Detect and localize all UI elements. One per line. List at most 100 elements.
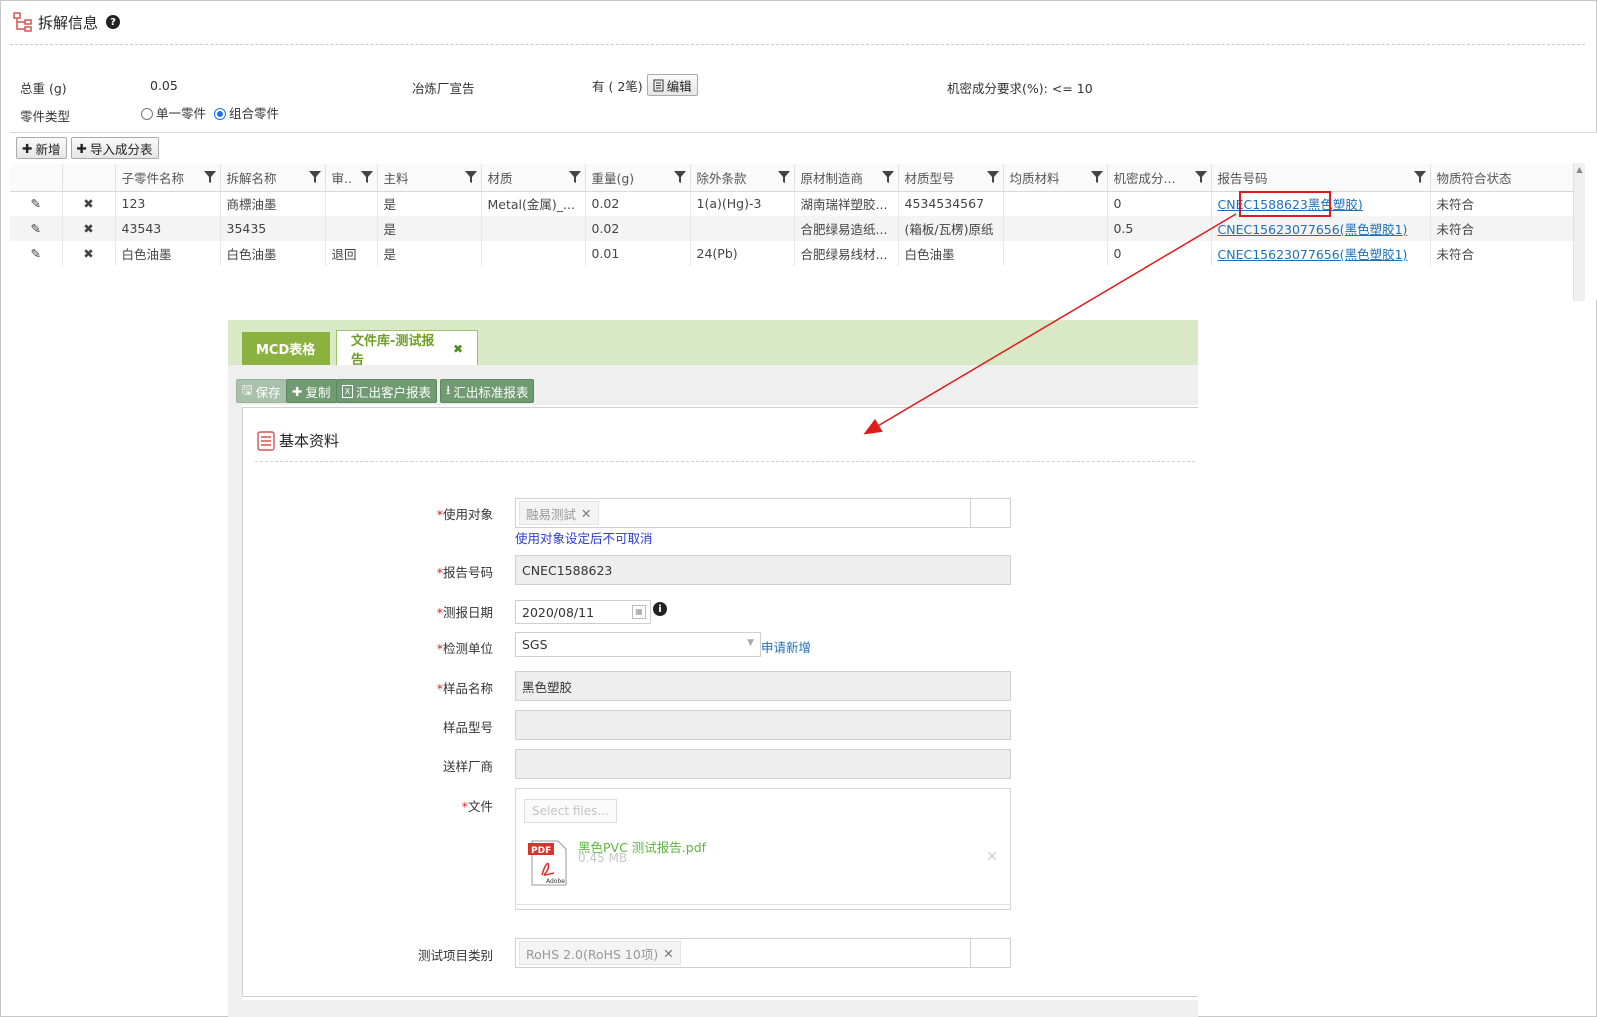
col-header[interactable]: 拆解名称 — [220, 164, 326, 192]
col-header[interactable]: 原材制造商 — [794, 164, 899, 192]
col-actions-delete — [62, 164, 116, 192]
info-icon[interactable]: i — [653, 602, 667, 616]
radio-combined-part[interactable] — [214, 108, 226, 120]
edit-icon[interactable]: ✎ — [10, 241, 63, 266]
form-section-title: 基本资料 — [279, 432, 340, 450]
review-status[interactable] — [325, 216, 378, 241]
report-link[interactable]: CNEC15623077656(黑色塑胶1) — [1218, 222, 1408, 237]
calendar-icon[interactable]: ▦ — [632, 605, 646, 619]
import-composition-button[interactable]: ✚ 导入成分表 — [70, 137, 159, 159]
import-label: 导入成分表 — [89, 141, 153, 157]
col-header[interactable]: 报告号码 — [1211, 164, 1431, 192]
radio-single-part[interactable] — [141, 108, 153, 120]
target-chip: 融易测試 ✕ — [519, 501, 599, 525]
col-header[interactable]: 子零件名称 — [115, 164, 221, 192]
test-category-extension[interactable] — [970, 938, 1011, 968]
remove-file-icon[interactable]: ✕ — [986, 849, 998, 865]
filter-icon[interactable] — [1090, 171, 1103, 183]
help-icon[interactable]: ? — [106, 15, 121, 29]
compliance-status: 未符合 — [1430, 216, 1576, 241]
col-header[interactable]: 均质材料 — [1003, 164, 1108, 192]
table-row: ✎ ✖ 123 商標油墨 是 Metal(金属)_... 0.02 1(a)(Hg)-3 湖南瑞… — [10, 191, 1576, 216]
col-header[interactable]: 材质 — [481, 164, 586, 192]
tab-bar: MCD表格 文件库-测试报告 ✖ — [228, 320, 1198, 368]
col-header[interactable]: 重量(g) — [585, 164, 691, 192]
tab-mcd[interactable]: MCD表格 — [242, 332, 330, 365]
filter-icon[interactable] — [673, 171, 686, 183]
filter-icon[interactable] — [1194, 171, 1207, 183]
raw-maker: 合肥绿易线材... — [794, 241, 899, 266]
filter-icon[interactable] — [308, 171, 321, 183]
filter-icon[interactable] — [464, 171, 477, 183]
secret-label: 机密成分要求(%): — [947, 81, 1048, 96]
material-model-link[interactable]: 4534534567 — [898, 191, 1004, 216]
exemption: 24(Pb) — [690, 241, 795, 266]
material-model-link[interactable]: 白色油墨 — [898, 241, 1004, 266]
filter-icon[interactable] — [881, 171, 894, 183]
col-header[interactable]: 物质符合状态 — [1430, 164, 1576, 192]
filter-icon[interactable] — [360, 171, 373, 183]
col-header[interactable]: 材质型号 — [898, 164, 1004, 192]
file-label: *文件 — [461, 799, 493, 814]
remove-chip-icon[interactable]: ✕ — [663, 946, 673, 961]
secret-value: <= 10 — [1051, 81, 1093, 96]
edit-icon[interactable]: ✎ — [10, 191, 63, 216]
col-header-label: 原材制造商 — [800, 170, 864, 186]
report-date-input[interactable]: 2020/08/11 ▦ — [515, 600, 651, 624]
export-customer-report-button[interactable]: X 汇出客户报表 — [336, 379, 438, 403]
material-model-link[interactable]: (箱板/瓦楞)原纸 — [898, 216, 1004, 241]
edit-icon[interactable]: ✎ — [10, 216, 63, 241]
panel-left-strip — [228, 405, 242, 1003]
part-type-options: 单一零件 组合零件 — [141, 103, 279, 122]
review-status[interactable] — [325, 191, 378, 216]
filter-icon[interactable] — [568, 171, 581, 183]
target-input-extension[interactable] — [970, 498, 1011, 528]
review-status[interactable]: 退回 — [325, 241, 378, 266]
tab-file-library-report[interactable]: 文件库-测试报告 ✖ — [336, 330, 478, 368]
target-input[interactable]: 融易测試 ✕ — [515, 498, 971, 528]
homogeneous-material — [1003, 191, 1108, 216]
plus-icon: ✚ — [76, 140, 87, 156]
edit-smelter-button[interactable]: 编辑 — [646, 74, 698, 96]
filter-icon[interactable] — [203, 171, 216, 183]
col-header[interactable]: 除外条款 — [690, 164, 795, 192]
copy-button[interactable]: ✚ 复制 — [286, 379, 337, 403]
report-date-label: *测报日期 — [436, 605, 493, 620]
main-material: 是 — [377, 191, 482, 216]
remove-chip-icon[interactable]: ✕ — [581, 506, 591, 521]
lab-select[interactable]: SGS ▼ — [515, 632, 761, 657]
part-type-label: 零件类型 — [20, 109, 71, 124]
report-number-cell[interactable]: CNEC15623077656(黑色塑胶1) — [1211, 216, 1431, 241]
homogeneous-material — [1003, 241, 1108, 266]
vendor-field — [515, 749, 1011, 779]
report-number-cell[interactable]: CNEC15623077656(黑色塑胶1) — [1211, 241, 1431, 266]
col-header[interactable]: 审.. — [325, 164, 378, 192]
floppy-icon: 🖫 — [242, 381, 253, 397]
col-header[interactable]: 机密成分... — [1107, 164, 1212, 192]
select-files-button[interactable]: Select files... — [524, 799, 617, 823]
filter-icon[interactable] — [777, 171, 790, 183]
filter-icon[interactable] — [986, 171, 999, 183]
apply-new-lab-link[interactable]: 申请新增 — [761, 637, 811, 656]
total-weight-value: 0.05 — [150, 78, 178, 93]
add-button[interactable]: ✚ 新增 — [16, 137, 67, 159]
delete-icon[interactable]: ✖ — [62, 241, 116, 266]
list-icon — [257, 430, 275, 451]
filter-icon[interactable] — [1413, 171, 1426, 183]
delete-icon[interactable]: ✖ — [62, 191, 116, 216]
grid-vertical-scrollbar[interactable]: ▲ — [1573, 163, 1585, 301]
col-header[interactable]: 主料 — [377, 164, 482, 192]
report-link[interactable]: CNEC15623077656(黑色塑胶1) — [1218, 247, 1408, 262]
secret-requirement: 机密成分要求(%): <= 10 — [947, 78, 1093, 97]
export-standard-report-button[interactable]: ⭳ 汇出标准报表 — [440, 379, 535, 403]
test-category-input[interactable]: RoHS 2.0(RoHS 10项) ✕ — [515, 938, 971, 968]
weight: 0.02 — [585, 216, 691, 241]
delete-icon[interactable]: ✖ — [62, 216, 116, 241]
save-button[interactable]: 🖫 保存 — [236, 379, 287, 403]
test-category-chip: RoHS 2.0(RoHS 10项) ✕ — [519, 941, 681, 965]
close-icon[interactable]: ✖ — [453, 342, 463, 356]
scroll-up-icon[interactable]: ▲ — [1574, 165, 1585, 174]
col-header-label: 物质符合状态 — [1436, 170, 1512, 186]
main-material: 是 — [377, 241, 482, 266]
compliance-status: 未符合 — [1430, 191, 1576, 216]
